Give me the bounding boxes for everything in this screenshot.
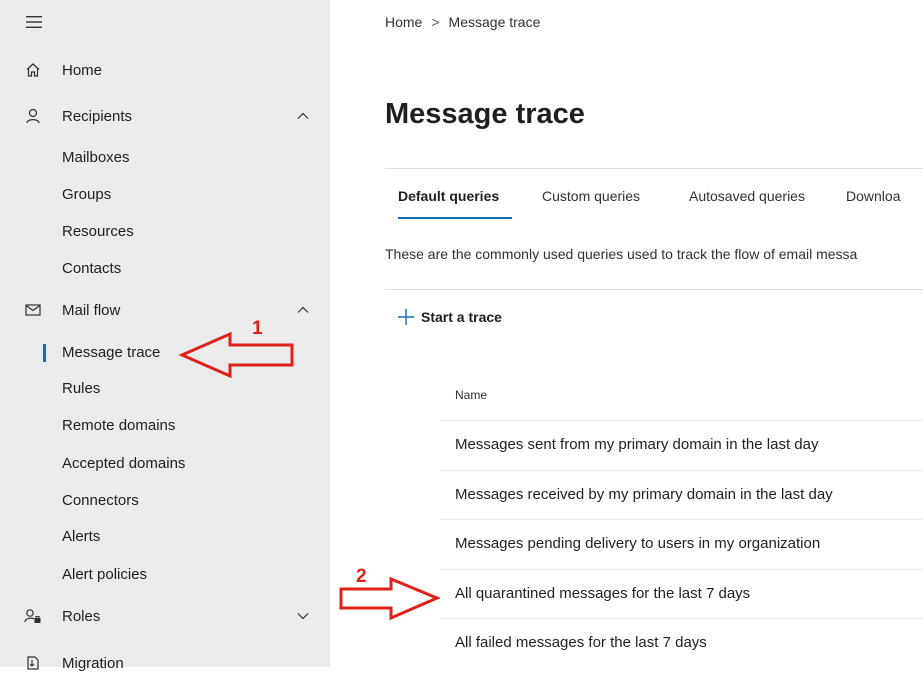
nav-migration-label: Migration	[62, 654, 124, 672]
nav-home[interactable]: Home	[0, 55, 330, 85]
table-row[interactable]: Messages pending delivery to users in my…	[440, 519, 923, 569]
column-header-name[interactable]: Name	[455, 388, 487, 402]
main-content: Home > Message trace Message trace Default…	[330, 0, 923, 667]
table-row[interactable]: Messages sent from my primary domain in …	[440, 420, 923, 470]
breadcrumb-home[interactable]: Home	[385, 14, 422, 30]
tab-autosaved-queries[interactable]: Autosaved queries	[689, 188, 805, 204]
start-trace-button[interactable]: Start a trace	[397, 306, 502, 328]
sidebar-item-mailboxes[interactable]: Mailboxes	[62, 146, 130, 170]
migration-icon	[24, 654, 42, 672]
sidebar-item-groups[interactable]: Groups	[62, 183, 111, 207]
nav-roles[interactable]: Roles	[0, 601, 330, 631]
chevron-down-icon[interactable]	[296, 609, 310, 623]
table-row[interactable]: All quarantined messages for the last 7 …	[440, 569, 923, 619]
divider	[385, 289, 923, 290]
breadcrumb: Home > Message trace	[385, 14, 540, 30]
tab-default-queries[interactable]: Default queries	[398, 188, 499, 204]
nav-recipients[interactable]: Recipients	[0, 101, 330, 131]
row-query-name: Messages sent from my primary domain in …	[455, 436, 819, 453]
nav-home-label: Home	[62, 61, 103, 79]
annotation-arrow-right-icon	[339, 576, 440, 621]
chevron-up-icon[interactable]	[296, 303, 310, 317]
breadcrumb-current: Message trace	[448, 14, 541, 30]
page-title: Message trace	[385, 98, 585, 130]
chevron-up-icon[interactable]	[296, 109, 310, 123]
row-query-name: All quarantined messages for the last 7 …	[455, 585, 751, 602]
mail-icon	[24, 301, 42, 319]
start-trace-label: Start a trace	[421, 309, 502, 325]
page-description: These are the commonly used queries used…	[385, 246, 858, 262]
nav-migration[interactable]: Migration	[0, 648, 330, 678]
nav-mail-flow-label: Mail flow	[62, 301, 121, 319]
selected-indicator	[43, 344, 46, 362]
row-query-name: All failed messages for the last 7 days	[455, 634, 707, 651]
home-icon	[24, 61, 42, 79]
sidebar-item-resources[interactable]: Resources	[62, 220, 134, 244]
roles-icon	[24, 607, 42, 625]
divider	[385, 168, 923, 169]
table-row[interactable]: Messages received by my primary domain i…	[440, 470, 923, 520]
row-query-name: Messages pending delivery to users in my…	[455, 535, 821, 552]
hamburger-menu-icon[interactable]	[26, 16, 42, 28]
tab-downloads[interactable]: Downloa	[846, 188, 900, 204]
breadcrumb-separator: >	[431, 14, 440, 30]
sidebar-item-connectors[interactable]: Connectors	[62, 489, 139, 513]
sidebar-item-remote-domains[interactable]: Remote domains	[62, 414, 175, 438]
person-icon	[24, 107, 42, 125]
sidebar-item-message-trace[interactable]: Message trace	[62, 341, 160, 365]
sidebar-item-alerts[interactable]: Alerts	[62, 525, 100, 549]
sidebar-item-contacts[interactable]: Contacts	[62, 257, 121, 281]
nav-roles-label: Roles	[62, 607, 101, 625]
nav-mail-flow[interactable]: Mail flow	[0, 295, 330, 325]
table-row[interactable]: All failed messages for the last 7 days	[440, 618, 923, 667]
nav-recipients-label: Recipients	[62, 107, 133, 125]
sidebar-item-alert-policies[interactable]: Alert policies	[62, 563, 147, 587]
row-query-name: Messages received by my primary domain i…	[455, 486, 833, 503]
active-tab-indicator	[398, 217, 512, 219]
plus-icon	[398, 309, 414, 325]
annotation-arrow-left-icon	[178, 331, 294, 379]
sidebar-item-accepted-domains[interactable]: Accepted domains	[62, 452, 185, 476]
tab-custom-queries[interactable]: Custom queries	[542, 188, 640, 204]
sidebar-item-rules[interactable]: Rules	[62, 377, 100, 401]
